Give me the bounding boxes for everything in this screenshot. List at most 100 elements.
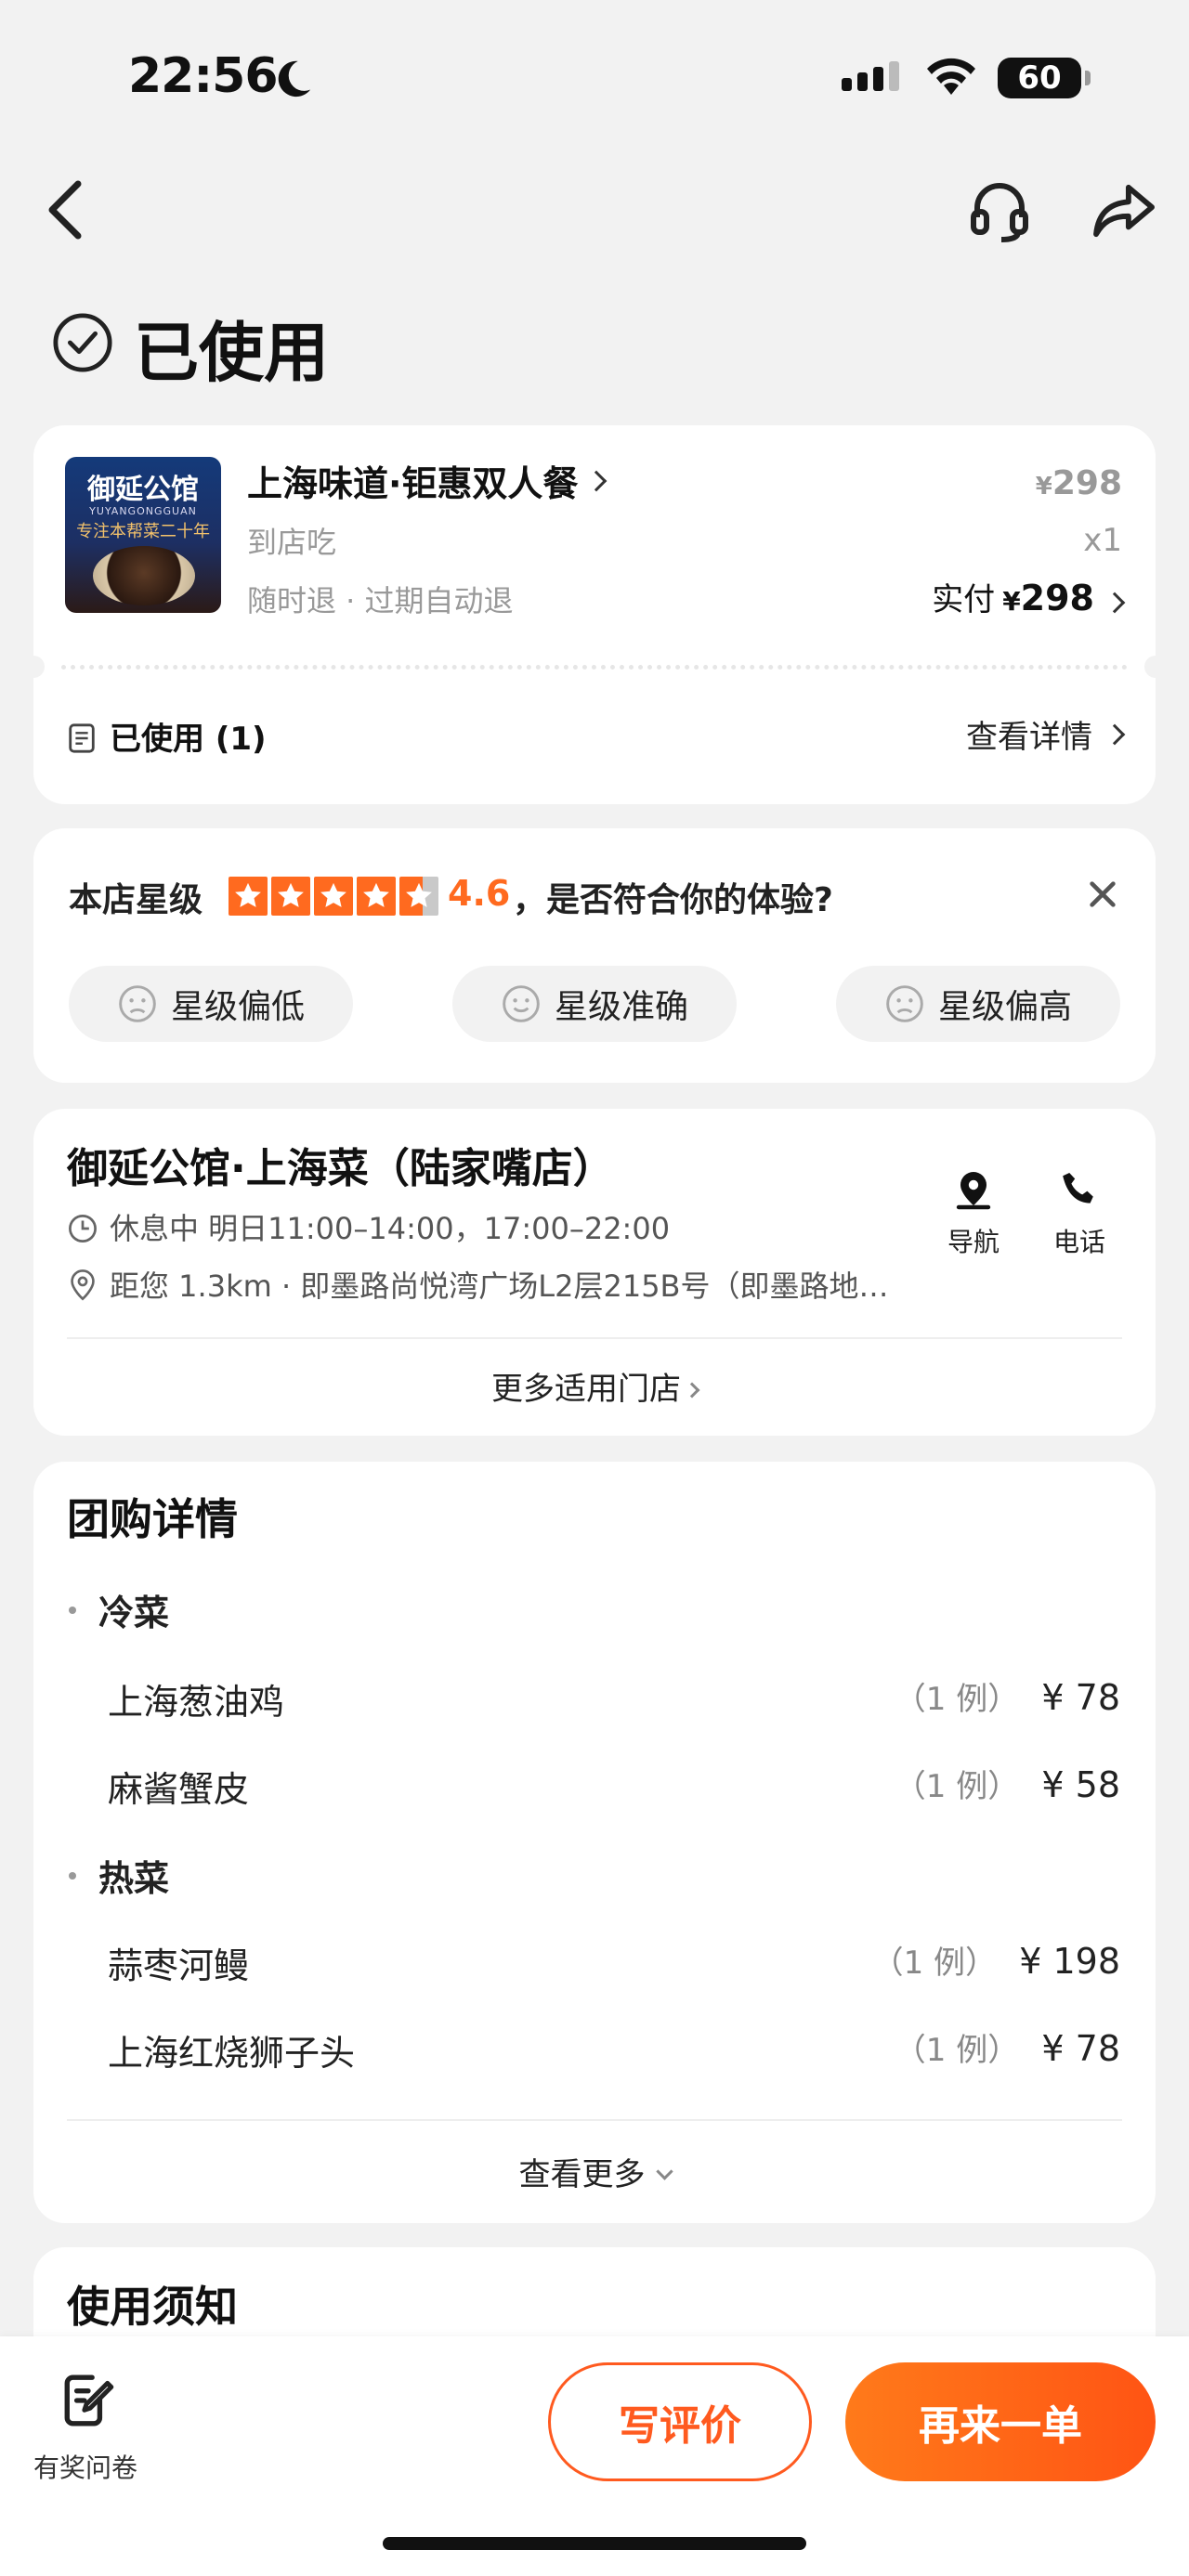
- share-icon[interactable]: [1092, 182, 1157, 240]
- back-icon[interactable]: [41, 176, 89, 243]
- original-price-value: 298: [1052, 464, 1122, 502]
- deal-detail-card: [33, 1462, 1156, 2223]
- menu-item-name: 蒜枣河鳗: [108, 1945, 250, 1986]
- menu-item-portion: （1 例）: [894, 1768, 1020, 1805]
- category-heading: 冷菜: [69, 1584, 169, 1635]
- rating-card: [33, 828, 1156, 1083]
- view-more-label: 查看更多: [518, 2156, 646, 2193]
- quantity: x1: [1083, 522, 1122, 559]
- chevron-right-icon: [1104, 592, 1126, 614]
- category-heading: 热菜: [69, 1850, 169, 1901]
- bullet-dot: [69, 1606, 76, 1614]
- view-detail-label: 查看详情: [966, 719, 1092, 756]
- menu-item-portion: （1 例）: [894, 2032, 1020, 2069]
- divider: [67, 2119, 1122, 2121]
- deal-thumbnail[interactable]: 御延公馆 YUYANGONGGUAN 专注本帮菜二十年: [65, 457, 221, 613]
- star-icon: [229, 877, 268, 916]
- navigate-icon: [956, 1172, 991, 1210]
- usage-notice-title: 使用须知: [67, 2282, 238, 2332]
- rating-option-label: 星级偏高: [937, 988, 1072, 1026]
- thumbnail-tagline-text: 专注本帮菜二十年: [76, 522, 210, 541]
- more-stores-link[interactable]: 更多适用门店: [33, 1363, 1156, 1409]
- rating-option-label: 星级准确: [554, 988, 688, 1026]
- deal-name: 上海味道·钜惠双人餐: [247, 463, 579, 504]
- rating-option-high[interactable]: 星级偏高: [836, 966, 1120, 1042]
- menu-item-name: 上海红烧狮子头: [108, 2033, 356, 2074]
- menu-item-price-row: （1 例） ¥ 78: [895, 2024, 1120, 2070]
- star-icon: [357, 877, 396, 916]
- phone-icon: [1063, 1173, 1093, 1203]
- menu-item-price-row: （1 例） ¥ 198: [872, 1937, 1120, 1983]
- more-stores-label: 更多适用门店: [491, 1371, 681, 1408]
- menu-item-price-row: （1 例） ¥ 58: [895, 1761, 1120, 1806]
- star-rating: [229, 877, 438, 916]
- paid-amount-link[interactable]: 实付 ¥298: [932, 574, 1126, 619]
- shop-address: 距您 1.3km · 即墨路尚悦湾广场L2层215B号（即墨路地铁站）: [110, 1268, 908, 1304]
- voucher-status: 已使用 (1): [110, 721, 267, 758]
- reorder-button[interactable]: 再来一单: [845, 2362, 1156, 2481]
- menu-item-name: 麻酱蟹皮: [108, 1769, 250, 1810]
- perforation-divider: [22, 656, 1167, 678]
- receipt-icon: [69, 723, 95, 753]
- moon-icon: [278, 60, 311, 98]
- order-status-title: 已使用: [134, 315, 329, 391]
- rating-score: 4.6: [448, 873, 511, 914]
- thumbnail-pinyin-text: YUYANGONGGUAN: [89, 505, 197, 517]
- rating-option-low[interactable]: 星级偏低: [69, 966, 353, 1042]
- status-time: 22:56: [128, 48, 279, 104]
- wifi-icon: [927, 58, 975, 95]
- location-pin-icon: [71, 1269, 95, 1301]
- original-price: ¥298: [1036, 464, 1122, 502]
- deal-name-link[interactable]: 上海味道·钜惠双人餐: [247, 455, 608, 506]
- menu-item-price: ¥ 78: [1041, 2028, 1120, 2069]
- menu-item-price: ¥ 78: [1041, 1677, 1120, 1718]
- menu-item-price-row: （1 例） ¥ 78: [895, 1673, 1120, 1719]
- star-icon: [314, 877, 353, 916]
- cellular-signal-icon: [842, 61, 899, 91]
- shop-name[interactable]: 御延公馆·上海菜（陆家嘴店）: [67, 1135, 614, 1194]
- view-detail-link[interactable]: 查看详情: [966, 711, 1126, 757]
- category-name: 热菜: [98, 1858, 170, 1899]
- navigate-button[interactable]: 导航: [940, 1168, 1007, 1259]
- view-more-link[interactable]: 查看更多: [33, 2149, 1156, 2194]
- menu-item-portion: （1 例）: [871, 1945, 998, 1982]
- paid-amount: 298: [1020, 578, 1094, 618]
- survey-edit-icon[interactable]: [61, 2372, 115, 2429]
- menu-item-price: ¥ 58: [1041, 1764, 1120, 1805]
- menu-item-price: ¥ 198: [1019, 1941, 1120, 1982]
- shop-hours: 休息中 明日11:00–14:00，17:00–22:00: [110, 1211, 671, 1246]
- refund-policy: 随时退 · 过期自动退: [247, 583, 514, 618]
- headset-icon[interactable]: [966, 176, 1033, 243]
- divider: [67, 1337, 1122, 1339]
- write-review-button[interactable]: 写评价: [548, 2362, 812, 2481]
- rating-option-label: 星级偏低: [170, 988, 305, 1026]
- battery-indicator: 60: [998, 58, 1091, 98]
- chevron-down-icon: [655, 2163, 673, 2180]
- paid-label: 实付: [932, 581, 996, 618]
- survey-label[interactable]: 有奖问卷: [33, 2448, 137, 2485]
- currency-symbol: ¥: [1035, 473, 1052, 501]
- clock-icon: [69, 1215, 97, 1242]
- sad-face-icon: [886, 985, 923, 1022]
- category-name: 冷菜: [98, 1593, 170, 1633]
- dish-image: [93, 546, 195, 605]
- close-icon[interactable]: [1085, 877, 1120, 912]
- rating-question: ，是否符合你的体验?: [513, 881, 833, 919]
- deal-detail-title: 团购详情: [67, 1494, 238, 1544]
- currency-symbol: ¥: [1002, 586, 1021, 617]
- call-label: 电话: [1052, 1227, 1105, 1257]
- call-button[interactable]: 电话: [1046, 1168, 1113, 1259]
- menu-item-name: 上海葱油鸡: [108, 1682, 285, 1723]
- deal-type: 到店吃: [247, 525, 337, 560]
- smile-face-icon: [503, 985, 540, 1022]
- rating-option-accurate[interactable]: 星级准确: [452, 966, 737, 1042]
- chevron-right-icon: [586, 470, 608, 491]
- bullet-dot: [69, 1871, 76, 1880]
- star-icon: [399, 877, 438, 916]
- check-circle-icon: [53, 313, 112, 372]
- star-icon: [271, 877, 310, 916]
- chevron-right-icon: [684, 1382, 700, 1399]
- home-indicator: [383, 2537, 806, 2550]
- chevron-right-icon: [1104, 723, 1126, 745]
- rating-label: 本店星级: [69, 881, 203, 919]
